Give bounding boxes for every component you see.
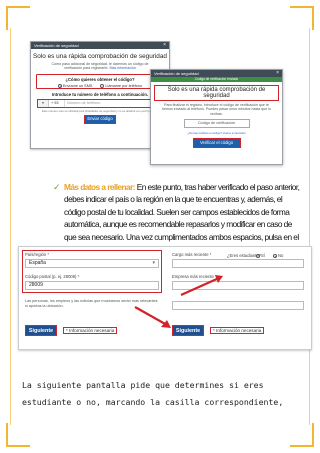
arrow-icon [134,306,171,328]
dialog-title-bar: Verificación de seguridad × [151,70,282,77]
code-method-question: ¿Cómo quieres obtener el código? [65,76,135,82]
send-code-button[interactable]: Enviar código [84,115,116,125]
next-button[interactable]: Siguiente [25,325,57,336]
code-verification-dialog: Verificación de seguridad × Código de ve… [150,69,283,165]
phone-fine-print: Este número solo se utilizará para final… [42,108,158,113]
option-sms[interactable]: Envíame un SMS [57,83,92,88]
highlight-box [22,250,162,293]
extra-input[interactable] [172,301,304,310]
country-code-field[interactable]: + 93 [49,99,65,107]
phone-label: Introduce tu número de teléfono a contin… [51,91,149,97]
radio-icon[interactable] [273,253,277,258]
student-yes-option[interactable]: Sí [256,253,265,258]
radio-icon[interactable] [256,253,260,258]
resend-code-link[interactable]: ¿No has recibido el código? Vuelve a int… [151,131,282,135]
dialog-description: Como paso adicional de seguridad, te dar… [51,62,149,71]
more-info-link[interactable]: Más información [109,66,135,70]
dialog-title: Verificación de seguridad [154,71,199,76]
security-verification-dialog: Verificación de seguridad × Solo es una … [30,41,170,149]
phone-number-input[interactable]: Número de teléfono [65,100,162,107]
country-flag-select[interactable]: ▾ [38,99,49,107]
body-paragraph: La siguiente pantalla pide que determine… [22,380,284,407]
verify-code-button[interactable]: Verificar el código [192,138,241,149]
phone-input-group: ▾ + 93 Número de teléfono [37,98,163,108]
required-note: * Información necesaria [210,327,265,334]
student-no-option[interactable]: No [273,253,283,258]
dialog-description: Para finalizar el registro, introduce el… [161,103,272,116]
close-icon[interactable]: × [163,42,166,49]
verification-code-input[interactable]: Código de verificación [183,119,250,129]
bullet-highlight: Más datos a rellenar: [64,182,136,192]
arrow-icon [180,275,223,297]
bullet-text: En este punto, tras haber verificado el … [64,182,300,254]
job-title-label: Cargo más reciente * [172,252,212,257]
required-note: * Información necesaria [63,327,118,334]
code-method-choice: ¿Cómo quieres obtener el código? Envíame… [36,73,164,89]
option-call[interactable]: Llámame por teléfono [100,83,142,88]
radio-icon[interactable] [100,83,105,88]
job-title-input[interactable] [172,259,304,268]
profile-form-screenshot: País/región * España Código postal (p. e… [18,246,312,350]
dialog-heading: Solo es una rápida comprobación de segur… [154,85,279,101]
checkmark-icon: ✓ [53,182,61,192]
close-icon[interactable]: × [276,70,279,77]
code-sent-banner: Código de verificación enviado [151,77,282,82]
dialog-heading: Solo es una rápida comprobación de segur… [33,53,167,60]
radio-icon[interactable] [57,83,62,88]
dialog-title: Verificación de seguridad [34,43,79,48]
instruction-bullet: ✓ Más datos a rellenar: En este punto, t… [53,181,302,255]
next-button[interactable]: Siguiente [172,325,204,336]
dialog-title-bar: Verificación de seguridad × [31,42,169,49]
